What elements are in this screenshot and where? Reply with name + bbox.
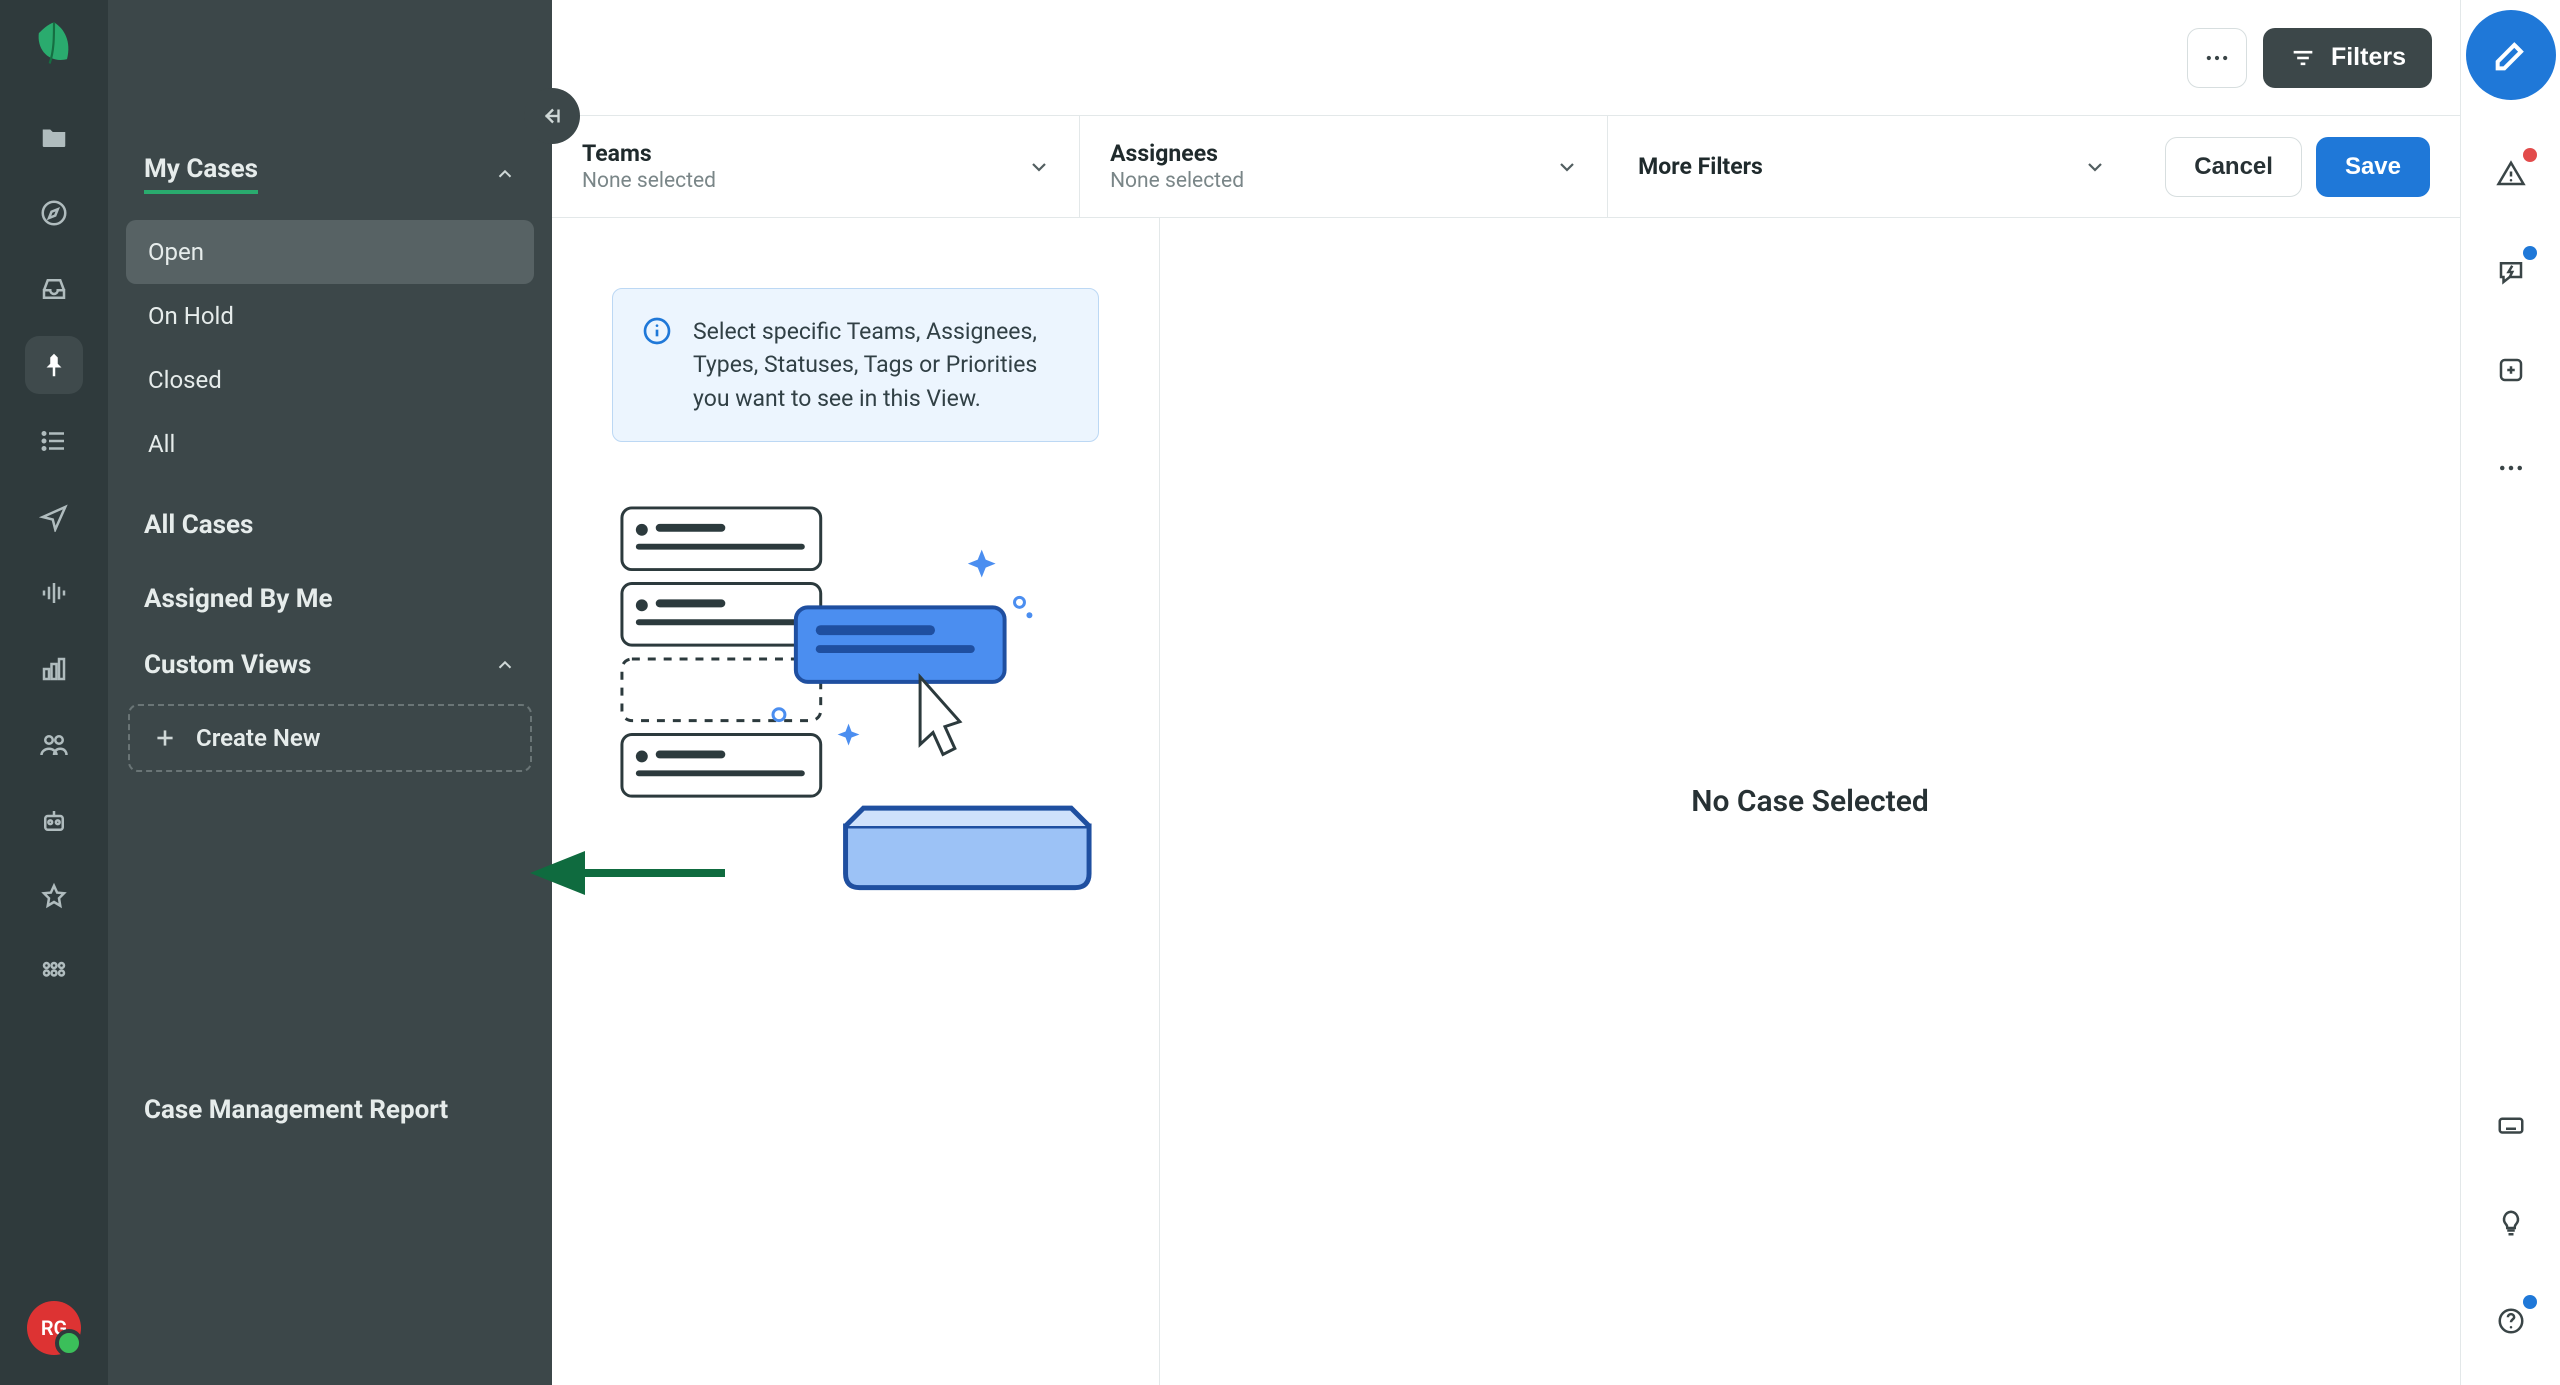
filter-assignees-label: Assignees bbox=[1110, 140, 1577, 167]
case-management-report-link[interactable]: Case Management Report bbox=[108, 1055, 552, 1385]
sidebar-all-cases[interactable]: All Cases bbox=[108, 488, 552, 562]
main-area: Filters Teams None selected Assignees No… bbox=[552, 0, 2460, 1385]
side-panel: My Cases Open On Hold Closed All All Cas… bbox=[108, 0, 552, 1385]
rail-send[interactable] bbox=[25, 488, 83, 546]
activity-button[interactable] bbox=[2487, 248, 2535, 296]
right-rail bbox=[2460, 0, 2560, 1385]
create-new-button[interactable]: Create New bbox=[128, 704, 532, 772]
chevron-down-icon bbox=[1027, 155, 1051, 179]
my-cases-list: Open On Hold Closed All bbox=[108, 208, 552, 488]
alert-icon bbox=[2496, 159, 2526, 189]
lightbulb-icon bbox=[2496, 1208, 2526, 1238]
dots-horizontal-icon bbox=[2496, 453, 2526, 483]
section-my-cases-title: My Cases bbox=[144, 154, 258, 194]
filter-assignees-value: None selected bbox=[1110, 169, 1577, 193]
info-icon bbox=[641, 315, 673, 347]
view-illustration bbox=[612, 498, 1099, 896]
rail-star[interactable] bbox=[25, 868, 83, 926]
filter-more[interactable]: More Filters bbox=[1608, 116, 2135, 217]
filter-bar: Teams None selected Assignees None selec… bbox=[552, 116, 2460, 218]
empty-state-title: No Case Selected bbox=[1691, 784, 1929, 819]
add-widget-button[interactable] bbox=[2487, 346, 2535, 394]
compose-icon bbox=[2491, 35, 2531, 75]
tips-button[interactable] bbox=[2487, 1199, 2535, 1247]
filter-actions: Cancel Save bbox=[2135, 116, 2460, 217]
content: Select specific Teams, Assignees, Types,… bbox=[552, 218, 2460, 1385]
app-logo[interactable] bbox=[28, 18, 80, 70]
dots-horizontal-icon bbox=[2203, 44, 2231, 72]
filters-label: Filters bbox=[2331, 43, 2406, 72]
section-custom-views[interactable]: Custom Views bbox=[108, 636, 552, 694]
cancel-button[interactable]: Cancel bbox=[2165, 137, 2302, 197]
section-custom-views-title: Custom Views bbox=[144, 650, 311, 680]
filters-button[interactable]: Filters bbox=[2263, 28, 2432, 88]
info-callout: Select specific Teams, Assignees, Types,… bbox=[612, 288, 1099, 442]
create-new-label: Create New bbox=[196, 724, 320, 752]
filter-icon bbox=[2289, 44, 2317, 72]
rail-inbox[interactable] bbox=[25, 260, 83, 318]
rail-audio[interactable] bbox=[25, 564, 83, 622]
rail-chart[interactable] bbox=[25, 640, 83, 698]
rail-compass[interactable] bbox=[25, 184, 83, 242]
sidebar-item-closed[interactable]: Closed bbox=[126, 348, 534, 412]
chevron-down-icon bbox=[1555, 155, 1579, 179]
icon-rail: RG bbox=[0, 0, 108, 1385]
keyboard-shortcuts-button[interactable] bbox=[2487, 1101, 2535, 1149]
rail-pin[interactable] bbox=[25, 336, 83, 394]
filter-teams-value: None selected bbox=[582, 169, 1049, 193]
alerts-button[interactable] bbox=[2487, 150, 2535, 198]
rail-list[interactable] bbox=[25, 412, 83, 470]
leaf-icon bbox=[28, 18, 80, 70]
filter-more-label: More Filters bbox=[1638, 153, 2105, 180]
square-plus-icon bbox=[2496, 355, 2526, 385]
info-text: Select specific Teams, Assignees, Types,… bbox=[693, 315, 1070, 415]
topbar: Filters bbox=[552, 0, 2460, 116]
rail-folder[interactable] bbox=[25, 108, 83, 166]
sidebar-item-all[interactable]: All bbox=[126, 412, 534, 476]
chevron-up-icon bbox=[494, 654, 516, 676]
user-avatar[interactable]: RG bbox=[27, 1301, 81, 1355]
section-my-cases[interactable]: My Cases bbox=[108, 140, 552, 208]
sidebar-item-open[interactable]: Open bbox=[126, 220, 534, 284]
sidebar-assigned-by-me[interactable]: Assigned By Me bbox=[108, 562, 552, 636]
rail-apps[interactable] bbox=[25, 944, 83, 1002]
filter-teams-label: Teams bbox=[582, 140, 1049, 167]
bolt-message-icon bbox=[2496, 257, 2526, 287]
keyboard-icon bbox=[2496, 1110, 2526, 1140]
chevron-up-icon bbox=[494, 163, 516, 185]
question-icon bbox=[2496, 1306, 2526, 1336]
more-actions-button[interactable] bbox=[2187, 28, 2247, 88]
save-button[interactable]: Save bbox=[2316, 137, 2430, 197]
sidebar-item-on-hold[interactable]: On Hold bbox=[126, 284, 534, 348]
rail-robot[interactable] bbox=[25, 792, 83, 850]
guide-column: Select specific Teams, Assignees, Types,… bbox=[552, 218, 1160, 1385]
right-more-button[interactable] bbox=[2487, 444, 2535, 492]
plus-icon bbox=[152, 725, 178, 751]
chevron-down-icon bbox=[2083, 155, 2107, 179]
filter-assignees[interactable]: Assignees None selected bbox=[1080, 116, 1608, 217]
compose-fab[interactable] bbox=[2466, 10, 2556, 100]
filter-teams[interactable]: Teams None selected bbox=[552, 116, 1080, 217]
empty-state: No Case Selected bbox=[1160, 218, 2460, 1385]
help-button[interactable] bbox=[2487, 1297, 2535, 1345]
rail-people[interactable] bbox=[25, 716, 83, 774]
